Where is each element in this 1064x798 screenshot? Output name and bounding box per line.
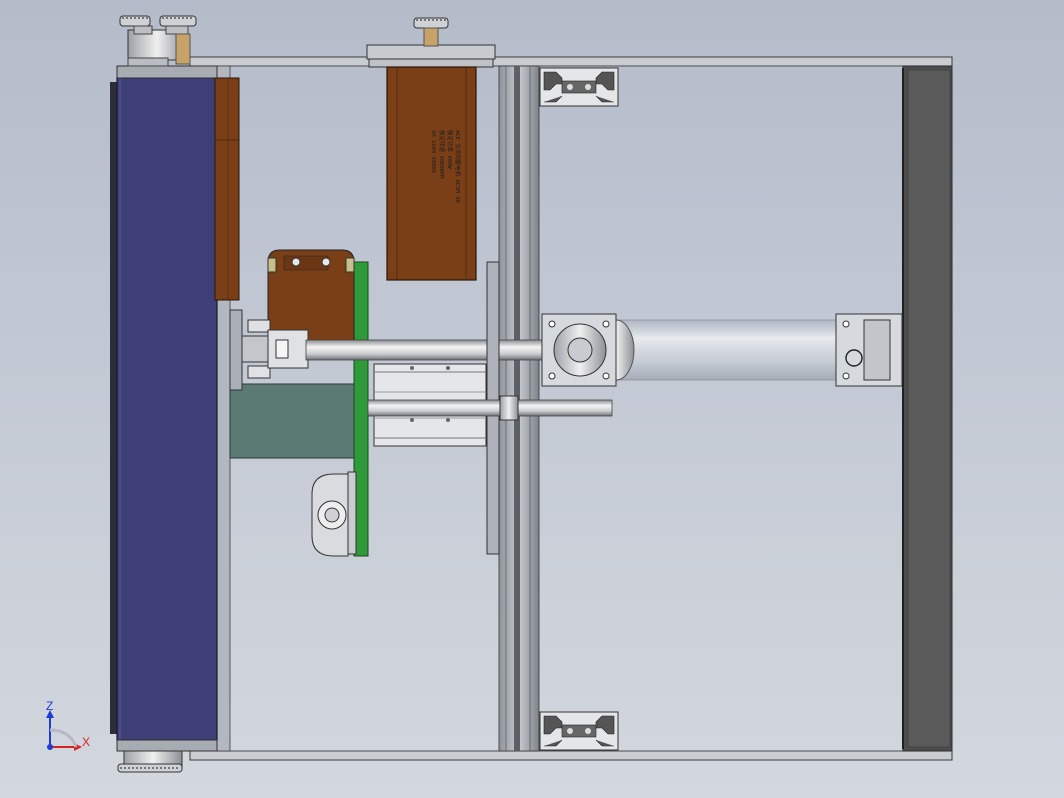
cylinder-rear-flange[interactable] — [835, 313, 903, 387]
pillow-block-bearing[interactable] — [311, 471, 357, 557]
top-frame-rail[interactable] — [189, 56, 953, 67]
roller-belt[interactable] — [116, 77, 218, 741]
servo-motor[interactable]: ACE 交流伺服电机 ACSM 90 额定功率 400W 额定转速 3000RP… — [368, 58, 494, 281]
bottom-frame-rail[interactable] — [189, 750, 953, 761]
x-axis-label: X — [82, 735, 90, 749]
axis-triad: Z X — [46, 699, 90, 751]
roller-belt-assembly[interactable] — [110, 65, 218, 752]
push-rod[interactable] — [305, 339, 573, 361]
motor-label-line-4: SH 1604 3000R — [430, 130, 436, 174]
bottom-drive-pulley[interactable] — [117, 750, 183, 773]
motor-label-line-3: 额定转速 3000RPM — [438, 130, 446, 179]
cad-viewport[interactable]: ACE 交流伺服电机 ACSM 90 额定功率 400W 额定转速 3000RP… — [0, 0, 1064, 798]
guide-cylinder[interactable] — [597, 319, 863, 381]
mounting-plate[interactable] — [229, 383, 355, 459]
aluminum-profile-bottom[interactable] — [539, 711, 619, 751]
top-drive-pulley[interactable] — [119, 15, 197, 67]
motor-mount-plate[interactable] — [366, 44, 496, 60]
z-axis-label: Z — [46, 699, 53, 713]
motor-label-line-1: ACE 交流伺服电机 ACSM 90 — [454, 130, 462, 203]
right-end-plate[interactable] — [902, 65, 953, 752]
motor-label-line-2: 额定功率 400W — [446, 130, 454, 169]
aluminum-profile-top[interactable] — [539, 67, 619, 107]
top-motor-pulley[interactable] — [413, 17, 449, 47]
side-guide-strip[interactable] — [214, 77, 240, 301]
cylinder-front-flange[interactable] — [541, 313, 617, 387]
tie-rod[interactable] — [367, 395, 613, 421]
